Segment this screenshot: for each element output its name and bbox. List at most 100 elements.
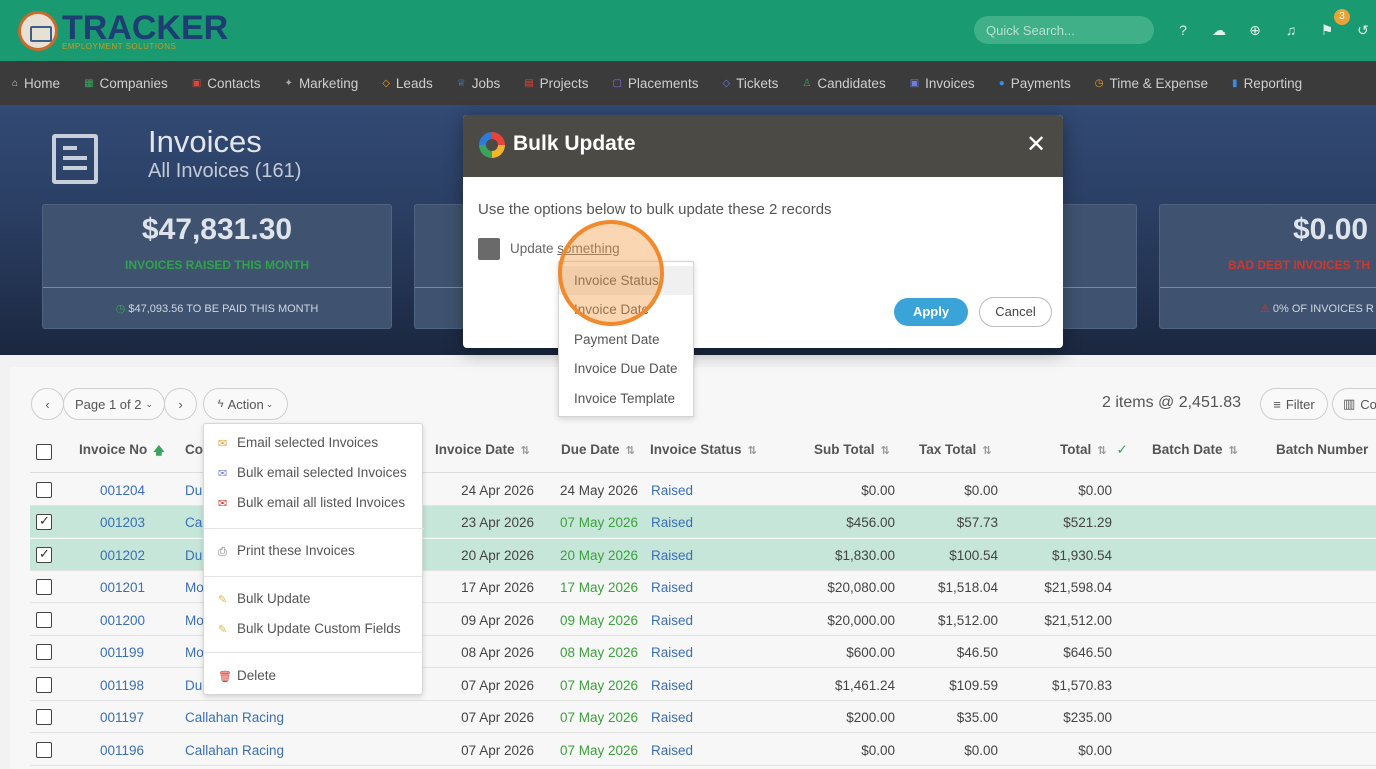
row-checkbox[interactable] bbox=[36, 482, 52, 498]
chevron-down-icon: ⌄ bbox=[265, 398, 274, 409]
stat-card-2[interactable] bbox=[414, 204, 464, 329]
col-due-date[interactable]: Due Date ⇅ bbox=[561, 442, 635, 457]
quick-search-input[interactable] bbox=[974, 16, 1154, 44]
menu-bulk-update-custom[interactable]: ✎ Bulk Update Custom Fields bbox=[218, 621, 401, 636]
due-date: 07 May 2026 bbox=[560, 678, 639, 693]
col-batch-number[interactable]: Batch Number bbox=[1276, 442, 1368, 457]
company-link[interactable]: Mo bbox=[185, 580, 204, 595]
status-link[interactable]: Raised bbox=[651, 613, 693, 628]
cancel-button[interactable]: Cancel bbox=[979, 297, 1052, 327]
col-total[interactable]: Total ⇅ ✓ bbox=[1060, 442, 1128, 458]
company-link[interactable]: Mo bbox=[185, 613, 204, 628]
row-checkbox[interactable] bbox=[36, 612, 52, 628]
invoice-no-link[interactable]: 001197 bbox=[100, 710, 144, 725]
option-invoice-status[interactable]: Invoice Status bbox=[559, 266, 693, 295]
nav-projects[interactable]: ▤ Projects bbox=[512, 61, 600, 105]
nav-payments[interactable]: ● Payments bbox=[987, 61, 1083, 105]
row-checkbox[interactable] bbox=[36, 513, 52, 530]
row-checkbox[interactable] bbox=[36, 546, 52, 563]
menu-bulk-email-selected[interactable]: ✉ Bulk email selected Invoices bbox=[218, 465, 407, 480]
col-invoice-status[interactable]: Invoice Status ⇅ bbox=[650, 442, 757, 457]
option-invoice-date[interactable]: Invoice Date bbox=[559, 295, 693, 324]
update-checkbox[interactable] bbox=[478, 238, 500, 260]
flag-icon[interactable]: ⚑ bbox=[1319, 22, 1335, 38]
nav-candidates[interactable]: ♙ Candidates bbox=[790, 61, 897, 105]
status-link[interactable]: Raised bbox=[651, 483, 693, 498]
menu-bulk-email-all[interactable]: ✉ Bulk email all listed Invoices bbox=[218, 495, 405, 510]
invoice-no-link[interactable]: 001201 bbox=[100, 580, 145, 595]
company-link[interactable]: Callahan Racing bbox=[185, 710, 284, 725]
add-circle-icon[interactable]: ⊕ bbox=[1247, 22, 1263, 38]
invoice-no-link[interactable]: 001204 bbox=[100, 483, 145, 498]
nav-jobs[interactable]: ♕ Jobs bbox=[445, 61, 513, 105]
invoice-no-link[interactable]: 001199 bbox=[100, 645, 144, 660]
status-link[interactable]: Raised bbox=[651, 515, 693, 530]
nav-marketing[interactable]: ✦ Marketing bbox=[273, 61, 371, 105]
invoice-no-link[interactable]: 001200 bbox=[100, 613, 145, 628]
chat-icon[interactable]: ☁ bbox=[1211, 22, 1227, 38]
option-invoice-template[interactable]: Invoice Template bbox=[559, 384, 693, 413]
col-batch-date[interactable]: Batch Date ⇅ bbox=[1152, 442, 1238, 457]
option-invoice-due-date[interactable]: Invoice Due Date bbox=[559, 354, 693, 383]
nav-invoices[interactable]: ▣ Invoices bbox=[898, 61, 987, 105]
filter-button[interactable]: ≡ Filter bbox=[1260, 388, 1328, 420]
row-checkbox[interactable] bbox=[36, 677, 52, 693]
invoice-no-link[interactable]: 001198 bbox=[100, 678, 144, 693]
status-link[interactable]: Raised bbox=[651, 710, 693, 725]
page-select[interactable]: Page 1 of 2 ⌄ bbox=[63, 388, 165, 420]
nav-contacts[interactable]: ▣ Contacts bbox=[180, 61, 273, 105]
table-row[interactable]: 001196 Callahan Racing 07 Apr 2026 07 Ma… bbox=[30, 734, 1376, 766]
col-invoice-date[interactable]: Invoice Date ⇅ bbox=[435, 442, 530, 457]
nav-time-expense[interactable]: ◷ Time & Expense bbox=[1083, 61, 1220, 105]
col-company[interactable]: Co bbox=[185, 442, 203, 457]
nav-tickets[interactable]: ◇ Tickets bbox=[710, 61, 790, 105]
bell-icon[interactable]: ♫ bbox=[1283, 22, 1299, 38]
close-icon[interactable]: ✕ bbox=[1026, 132, 1046, 158]
status-link[interactable]: Raised bbox=[651, 743, 693, 758]
nav-leads[interactable]: ◇ Leads bbox=[370, 61, 445, 105]
company-logo[interactable]: TRACKER EMPLOYMENT SOLUTIONS bbox=[18, 8, 228, 54]
status-link[interactable]: Raised bbox=[651, 645, 693, 660]
invoice-no-link[interactable]: 001202 bbox=[100, 548, 145, 563]
company-link[interactable]: Du bbox=[185, 678, 202, 693]
action-button[interactable]: ϟ Action ⌄ bbox=[203, 388, 288, 420]
company-link[interactable]: Callahan Racing bbox=[185, 743, 284, 758]
prev-page-button[interactable]: ‹ bbox=[31, 388, 64, 420]
company-link[interactable]: Ca bbox=[185, 515, 202, 530]
columns-button[interactable]: ▥ Co bbox=[1332, 388, 1376, 420]
col-tax-total[interactable]: Tax Total ⇅ bbox=[919, 442, 991, 457]
next-page-button[interactable]: › bbox=[164, 388, 197, 420]
stat-card-bad-debt[interactable]: $0.00 BAD DEBT INVOICES TH ⚠ 0% OF INVOI… bbox=[1159, 204, 1376, 329]
row-checkbox[interactable] bbox=[36, 709, 52, 725]
history-icon[interactable]: ↺ bbox=[1355, 22, 1371, 38]
nav-companies[interactable]: ▦ Companies bbox=[72, 61, 180, 105]
table-row[interactable]: 001197 Callahan Racing 07 Apr 2026 07 Ma… bbox=[30, 701, 1376, 733]
nav-reporting[interactable]: ▮ Reporting bbox=[1220, 61, 1314, 105]
status-link[interactable]: Raised bbox=[651, 678, 693, 693]
invoice-no-link[interactable]: 001196 bbox=[100, 743, 144, 758]
row-checkbox[interactable] bbox=[36, 579, 52, 595]
status-link[interactable]: Raised bbox=[651, 580, 693, 595]
nav-home[interactable]: ⌂ Home bbox=[0, 61, 72, 105]
row-checkbox[interactable] bbox=[36, 644, 52, 660]
menu-email-selected[interactable]: ✉ Email selected Invoices bbox=[218, 435, 378, 450]
col-invoice-no[interactable]: Invoice No 🡅 bbox=[79, 442, 165, 461]
menu-print[interactable]: ⎙ Print these Invoices bbox=[218, 543, 355, 559]
select-all-checkbox[interactable] bbox=[36, 444, 52, 460]
apply-button[interactable]: Apply bbox=[894, 298, 968, 326]
invoice-no-link[interactable]: 001203 bbox=[100, 515, 145, 530]
company-link[interactable]: Du bbox=[185, 483, 202, 498]
company-link[interactable]: Mo bbox=[185, 645, 204, 660]
menu-bulk-update[interactable]: ✎ Bulk Update bbox=[218, 591, 311, 606]
option-payment-date[interactable]: Payment Date bbox=[559, 325, 693, 354]
col-sub-total[interactable]: Sub Total ⇅ bbox=[814, 442, 890, 457]
status-link[interactable]: Raised bbox=[651, 548, 693, 563]
stat-card-raised[interactable]: $47,831.30 INVOICES RAISED THIS MONTH ◷ … bbox=[42, 204, 392, 329]
menu-delete[interactable]: 🗑 Delete bbox=[218, 668, 276, 683]
company-link[interactable]: Du bbox=[185, 548, 202, 563]
stat-card-3[interactable] bbox=[1062, 204, 1137, 329]
row-checkbox[interactable] bbox=[36, 742, 52, 758]
nav-placements[interactable]: ▢ Placements bbox=[600, 61, 710, 105]
help-icon[interactable]: ? bbox=[1175, 22, 1191, 38]
update-something-link[interactable]: something bbox=[557, 241, 619, 256]
